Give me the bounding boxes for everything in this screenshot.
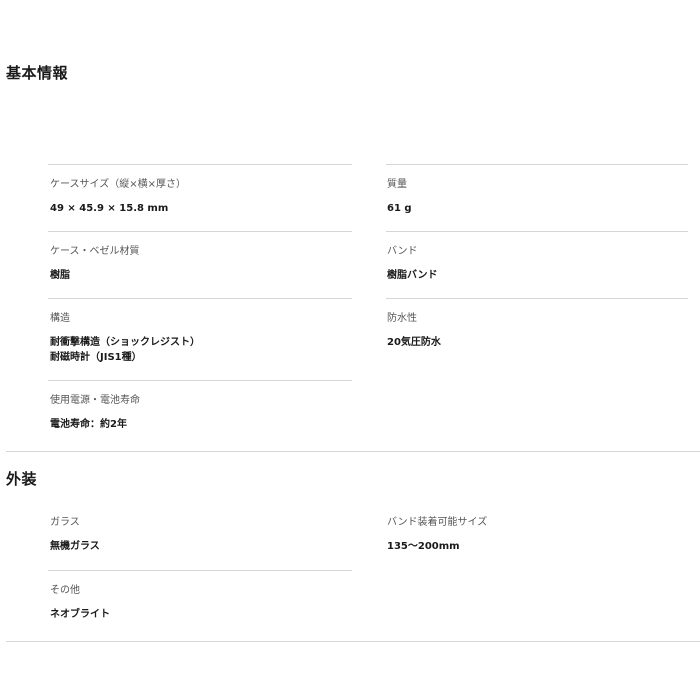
spec-item-water-resistance: 防水性 20気圧防水 (387, 312, 687, 350)
spec-item-other: その他 ネオブライト (50, 584, 350, 622)
spec-value: 無機ガラス (50, 541, 100, 552)
spec-label: その他 (50, 585, 80, 596)
spec-item-structure: 構造 耐衝撃構造（ショックレジスト） 耐磁時計（JIS1種） (50, 312, 350, 365)
spec-value-line: 耐磁時計（JIS1種） (50, 352, 142, 363)
divider (386, 231, 688, 232)
spec-label: バンド装着可能サイズ (387, 517, 488, 528)
spec-label: ガラス (50, 517, 80, 528)
section-divider (6, 451, 700, 452)
spec-value: 電池寿命：約2年 (50, 419, 127, 430)
section-title-basic-info: 基本情報 (6, 64, 69, 82)
spec-label: 質量 (387, 179, 407, 190)
spec-value: 樹脂バンド (387, 270, 438, 281)
spec-value-line: 耐衝撃構造（ショックレジスト） (50, 337, 200, 348)
spec-label: ケース・ベゼル材質 (50, 246, 140, 257)
spec-item-band-fit-size: バンド装着可能サイズ 135～200mm (387, 516, 687, 554)
spec-label: 構造 (50, 313, 70, 324)
divider (48, 380, 352, 381)
section-divider (6, 641, 700, 642)
divider (48, 231, 352, 232)
spec-value: 135～200mm (387, 541, 460, 552)
divider (386, 298, 688, 299)
section-title-exterior: 外装 (6, 470, 38, 488)
spec-label: バンド (387, 246, 418, 257)
spec-item-case-size: ケースサイズ（縦×横×厚さ） 49 × 45.9 × 15.8 mm (50, 178, 350, 216)
spec-item-glass: ガラス 無機ガラス (50, 516, 350, 554)
divider (48, 164, 352, 165)
divider (48, 570, 352, 571)
spec-item-band: バンド 樹脂バンド (387, 245, 687, 283)
spec-item-case-material: ケース・ベゼル材質 樹脂 (50, 245, 350, 283)
spec-value: 樹脂 (50, 270, 70, 281)
spec-value: 耐衝撃構造（ショックレジスト） 耐磁時計（JIS1種） (50, 335, 350, 365)
spec-label: 防水性 (387, 313, 417, 324)
spec-label: 使用電源・電池寿命 (50, 395, 140, 406)
spec-value: 61 g (387, 203, 412, 214)
divider (386, 164, 688, 165)
spec-item-weight: 質量 61 g (387, 178, 687, 216)
spec-value: 20気圧防水 (387, 337, 441, 348)
spec-value: 49 × 45.9 × 15.8 mm (50, 203, 169, 214)
divider (48, 298, 352, 299)
spec-value: ネオブライト (50, 609, 110, 620)
spec-label: ケースサイズ（縦×横×厚さ） (50, 179, 186, 190)
spec-item-power-source: 使用電源・電池寿命 電池寿命：約2年 (50, 394, 350, 432)
